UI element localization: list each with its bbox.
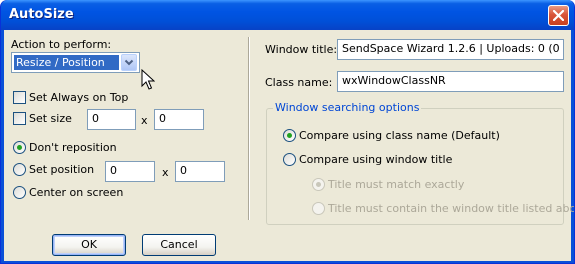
always-on-top-label: Set Always on Top <box>29 91 129 104</box>
set-position-radio[interactable] <box>13 163 26 176</box>
class-name-input[interactable]: wxWindowClassNR <box>337 71 564 92</box>
always-on-top-checkbox[interactable] <box>13 91 26 104</box>
window-title-label: Window title: <box>265 43 338 56</box>
title-exact-label: Title must match exactly <box>328 178 465 191</box>
set-position-label: Set position <box>29 163 95 176</box>
position-y-input[interactable]: 0 <box>175 161 225 182</box>
cancel-button[interactable]: Cancel <box>142 234 216 256</box>
center-on-screen-radio[interactable] <box>13 186 26 199</box>
size-height-input[interactable]: 0 <box>154 109 204 130</box>
action-label: Action to perform: <box>11 38 112 51</box>
autosize-dialog: AutoSize Action to perform: Resize / Pos… <box>0 0 575 264</box>
dropdown-button[interactable] <box>121 54 137 71</box>
size-separator: x <box>141 114 148 127</box>
dialog-body: Action to perform: Resize / Position Set… <box>4 30 574 261</box>
mouse-cursor-icon <box>141 69 155 90</box>
close-button[interactable] <box>548 5 569 26</box>
dont-reposition-radio[interactable] <box>13 141 26 154</box>
compare-class-radio[interactable] <box>283 129 296 142</box>
size-width-input[interactable]: 0 <box>87 109 136 130</box>
compare-class-label: Compare using class name (Default) <box>299 129 500 142</box>
action-combobox[interactable]: Resize / Position <box>11 52 140 73</box>
title-contain-radio[interactable] <box>312 202 325 215</box>
search-options-title: Window searching options <box>273 101 422 114</box>
compare-title-radio[interactable] <box>283 153 296 166</box>
ok-button[interactable]: OK <box>52 234 126 256</box>
action-selected-value: Resize / Position <box>14 55 119 70</box>
column-divider <box>248 37 250 220</box>
center-on-screen-label: Center on screen <box>29 186 124 199</box>
chevron-down-icon <box>124 59 134 66</box>
position-separator: x <box>162 166 169 179</box>
position-x-input[interactable]: 0 <box>105 161 155 182</box>
compare-title-label: Compare using window title <box>299 153 453 166</box>
dont-reposition-label: Don't reposition <box>29 141 117 154</box>
title-contain-label: Title must contain the window title list… <box>328 202 575 215</box>
set-size-checkbox[interactable] <box>13 112 26 125</box>
title-bar[interactable]: AutoSize <box>1 0 574 30</box>
set-size-label: Set size <box>29 112 72 125</box>
title-exact-radio[interactable] <box>312 178 325 191</box>
window-title: AutoSize <box>9 7 74 22</box>
class-name-label: Class name: <box>265 76 333 89</box>
window-title-input[interactable]: SendSpace Wizard 1.2.6 | Uploads: 0 (0 a… <box>337 39 564 60</box>
close-icon <box>553 10 564 21</box>
